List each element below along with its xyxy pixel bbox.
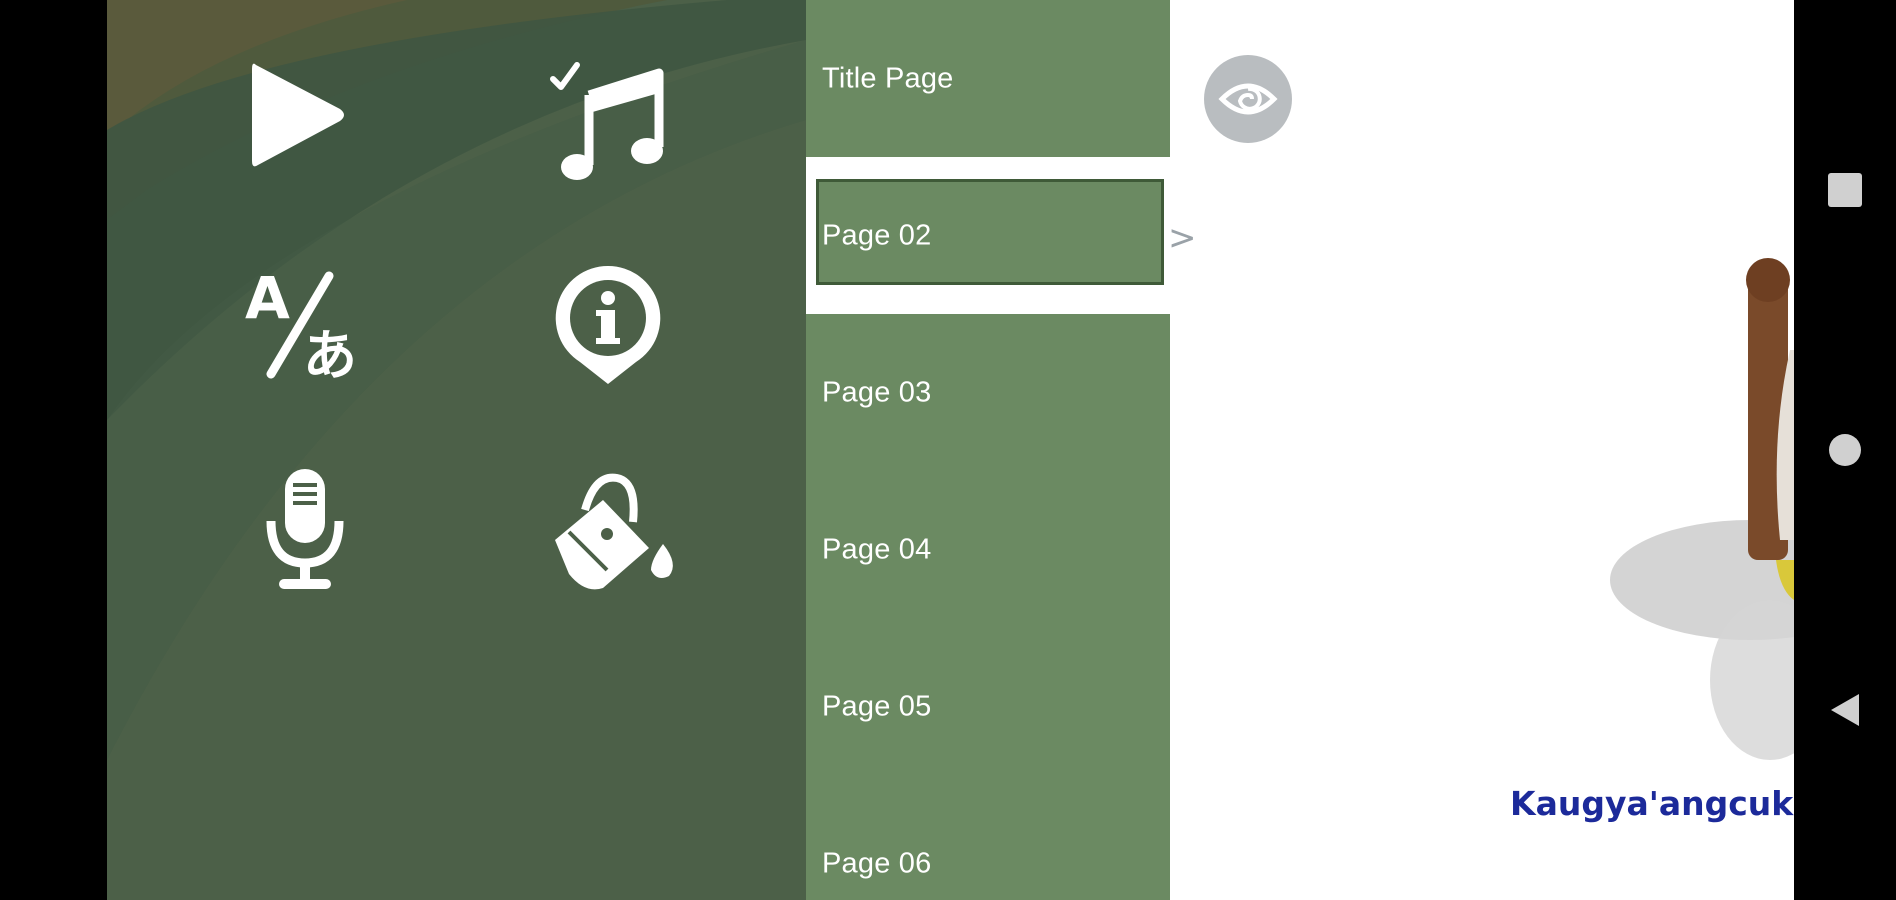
page-item-label: Page 03	[822, 376, 932, 408]
recents-square-icon[interactable]	[1818, 163, 1872, 217]
page-item-06[interactable]: Page 06	[806, 785, 1170, 900]
page-item-04[interactable]: Page 04	[806, 471, 1170, 628]
menu-background-shapes	[107, 0, 806, 900]
microphone-icon[interactable]	[255, 465, 355, 595]
page-item-03[interactable]: Page 03	[806, 314, 1170, 471]
page-item-02-selected[interactable]: Page 02	[806, 157, 1170, 314]
eye-icon[interactable]	[1204, 55, 1292, 143]
page-illustration	[1610, 258, 1794, 760]
info-icon[interactable]	[552, 262, 664, 387]
svg-text:あ: あ	[303, 324, 357, 380]
page-item-label: Page 04	[822, 533, 932, 565]
svg-text:A: A	[245, 270, 290, 332]
left-black-bar	[0, 0, 107, 900]
back-triangle-icon[interactable]	[1818, 683, 1872, 737]
play-icon[interactable]	[240, 55, 350, 175]
page-item-05[interactable]: Page 05	[806, 628, 1170, 785]
music-check-icon[interactable]	[547, 55, 677, 185]
page-item-label: Page 05	[822, 690, 932, 722]
home-circle-icon[interactable]	[1818, 423, 1872, 477]
screen: A あ Title Page Page 02 Page 03 Page 04 P…	[0, 0, 1896, 900]
translate-icon[interactable]: A あ	[245, 270, 375, 380]
page-item-label: Page 02	[822, 219, 932, 251]
menu-panel: A あ	[107, 0, 806, 900]
paint-bucket-icon[interactable]	[545, 470, 680, 595]
page-item-label: Title Page	[822, 62, 954, 94]
page-item-title[interactable]: Title Page	[806, 0, 1170, 157]
page-list-chevron: >	[1168, 218, 1197, 258]
page-list: Title Page Page 02 Page 03 Page 04 Page …	[806, 0, 1170, 900]
page-item-label: Page 06	[822, 847, 932, 879]
